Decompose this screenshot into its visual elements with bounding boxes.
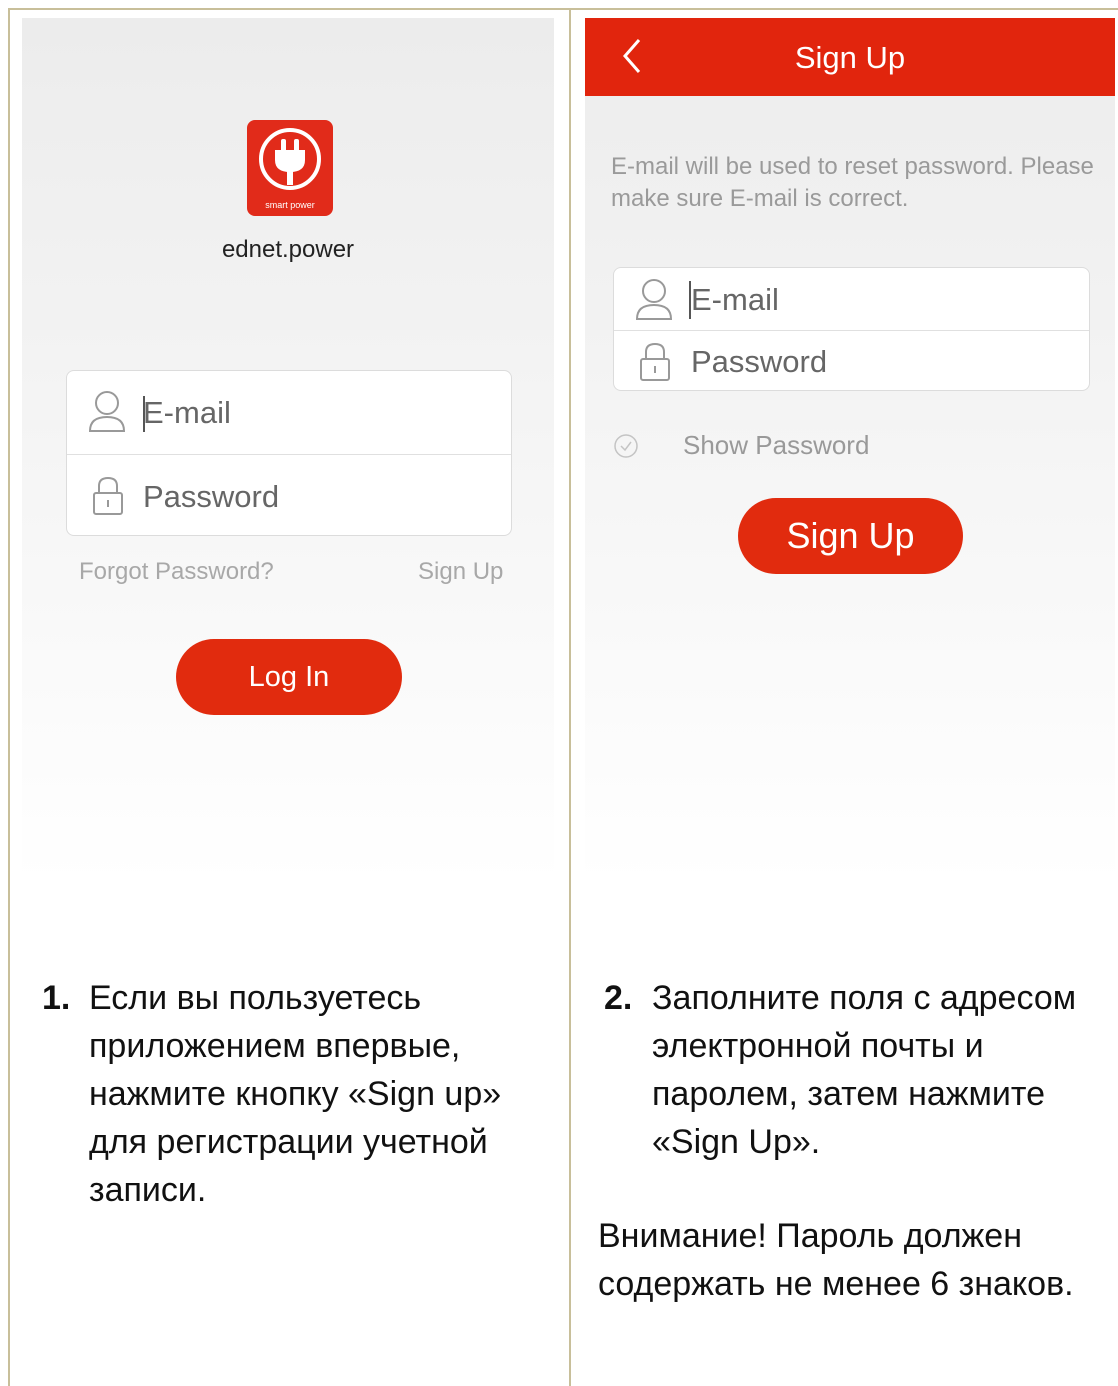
email-placeholder: E-mail — [143, 395, 231, 430]
password-warning: Внимание! Пароль должен содержать не мен… — [598, 1217, 1074, 1303]
step-text: Заполните поля с адресом электронной поч… — [652, 979, 1077, 1161]
signup-screen: Sign Up E-mail will be used to reset pas… — [585, 18, 1115, 884]
password-field[interactable]: Password — [67, 455, 511, 537]
password-placeholder: Password — [143, 479, 280, 514]
frame-left-border — [8, 8, 10, 1386]
lock-icon — [640, 342, 670, 381]
logo-caption: smart power — [265, 200, 315, 210]
email-field[interactable]: E-mail — [67, 371, 511, 454]
email-notice: E-mail will be used to reset password. P… — [611, 153, 1094, 212]
step-number: 1. — [42, 979, 71, 1017]
signup-button[interactable]: Sign Up — [738, 498, 963, 574]
check-circle-icon[interactable] — [613, 433, 639, 459]
step-text: Если вы пользуетесь приложением впервые,… — [89, 979, 502, 1209]
login-screen: smart power ednet.power E-mail Password … — [22, 18, 554, 884]
navigation-bar: Sign Up — [585, 18, 1115, 96]
sign-up-link[interactable]: Sign Up — [418, 558, 503, 586]
lock-icon — [93, 476, 123, 515]
frame-top-border — [8, 8, 1118, 10]
screen-title: Sign Up — [794, 40, 906, 75]
email-placeholder: E-mail — [691, 282, 779, 317]
plug-icon — [259, 128, 321, 190]
password-placeholder: Password — [691, 344, 828, 379]
show-password-label: Show Password — [683, 430, 870, 460]
user-icon — [88, 391, 126, 432]
forgot-password-link[interactable]: Forgot Password? — [79, 558, 274, 586]
login-button[interactable]: Log In — [176, 639, 402, 715]
frame-column-divider — [569, 8, 571, 1386]
signup-form: E-mail Password — [613, 267, 1090, 391]
step-number: 2. — [604, 979, 633, 1017]
app-logo: smart power — [247, 120, 333, 216]
password-field[interactable]: Password — [614, 331, 1089, 392]
app-name: ednet.power — [221, 236, 355, 263]
user-icon — [635, 279, 673, 320]
login-form: E-mail Password — [66, 370, 512, 536]
email-field[interactable]: E-mail — [614, 268, 1089, 330]
